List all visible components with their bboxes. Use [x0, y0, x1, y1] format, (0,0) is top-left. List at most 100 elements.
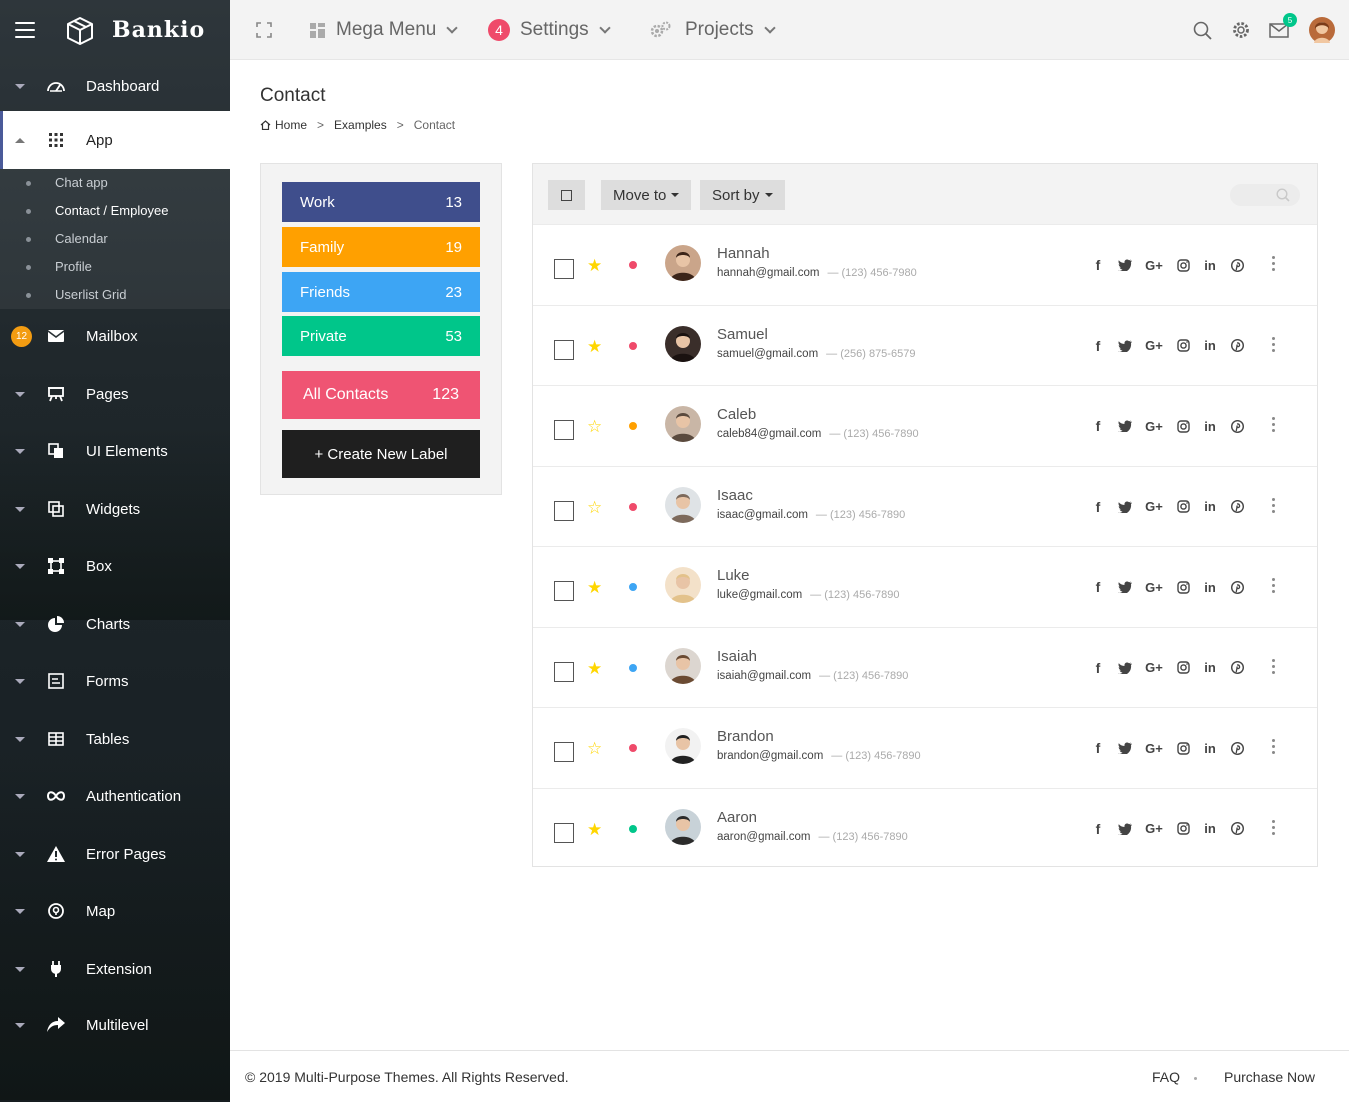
- linkedin-icon[interactable]: in: [1202, 579, 1218, 595]
- label-all-contacts[interactable]: All Contacts 123: [282, 371, 480, 419]
- sidebar-item-extension[interactable]: Extension: [0, 941, 230, 997]
- sidebar-item-error-pages[interactable]: Error Pages: [0, 826, 230, 882]
- star-filled-icon[interactable]: ★: [587, 820, 602, 840]
- faq-link[interactable]: FAQ: [1152, 1069, 1180, 1085]
- facebook-icon[interactable]: f: [1090, 821, 1106, 837]
- google-plus-icon[interactable]: G+: [1144, 499, 1164, 515]
- instagram-icon[interactable]: [1175, 821, 1191, 837]
- instagram-icon[interactable]: [1175, 740, 1191, 756]
- sidebar-item-ui-elements[interactable]: UI Elements: [0, 423, 230, 479]
- submenu-profile[interactable]: Profile: [26, 259, 92, 274]
- contact-email[interactable]: isaac@gmail.com: [717, 509, 808, 521]
- breadcrumb-examples[interactable]: Examples: [334, 118, 387, 132]
- contact-row[interactable]: ★ Hannah hannah@gmail.com — (123) 456-7980 f…: [533, 224, 1317, 305]
- twitter-icon[interactable]: [1117, 821, 1133, 837]
- create-new-label-button[interactable]: + Create New Label: [282, 430, 480, 478]
- contact-email[interactable]: brandon@gmail.com: [717, 750, 823, 762]
- submenu-calendar[interactable]: Calendar: [26, 231, 108, 246]
- settings-dropdown[interactable]: 4 Settings: [488, 0, 611, 60]
- contact-row[interactable]: ★ Samuel samuel@gmail.com — (256) 875-6579 f…: [533, 304, 1317, 386]
- fullscreen-icon[interactable]: [256, 0, 272, 60]
- row-checkbox[interactable]: [554, 661, 574, 682]
- contact-name[interactable]: Isaac: [717, 487, 753, 504]
- more-options-icon[interactable]: [1272, 578, 1276, 594]
- contact-row[interactable]: ★ Luke luke@gmail.com — (123) 456-7890 f G+ in: [533, 546, 1317, 627]
- row-checkbox[interactable]: [554, 500, 574, 521]
- label-family[interactable]: Family 19: [282, 227, 480, 267]
- instagram-icon[interactable]: [1175, 579, 1191, 595]
- more-options-icon[interactable]: [1272, 417, 1276, 433]
- contact-row[interactable]: ★ Isaiah isaiah@gmail.com — (123) 456-7890 f…: [533, 626, 1317, 708]
- row-checkbox[interactable]: [554, 259, 574, 279]
- label-friends[interactable]: Friends 23: [282, 272, 480, 312]
- row-checkbox[interactable]: [554, 581, 574, 601]
- pinterest-icon[interactable]: [1229, 257, 1245, 273]
- pinterest-icon[interactable]: [1229, 338, 1245, 354]
- sidebar-item-multilevel[interactable]: Multilevel: [0, 997, 230, 1053]
- move-to-dropdown[interactable]: Move to: [601, 180, 692, 210]
- sidebar-item-widgets[interactable]: Widgets: [0, 481, 230, 537]
- twitter-icon[interactable]: [1117, 740, 1133, 756]
- facebook-icon[interactable]: f: [1090, 579, 1106, 595]
- google-plus-icon[interactable]: G+: [1144, 821, 1164, 837]
- contact-row[interactable]: ☆ Isaac isaac@gmail.com — (123) 456-7890 f G+…: [533, 465, 1317, 547]
- contact-name[interactable]: Isaiah: [717, 648, 757, 665]
- facebook-icon[interactable]: f: [1090, 257, 1106, 273]
- sidebar-item-charts[interactable]: Charts: [0, 596, 230, 652]
- google-plus-icon[interactable]: G+: [1144, 740, 1164, 756]
- instagram-icon[interactable]: [1175, 338, 1191, 354]
- contact-email[interactable]: hannah@gmail.com: [717, 267, 819, 279]
- row-checkbox[interactable]: [554, 742, 574, 762]
- star-outline-icon[interactable]: ☆: [587, 498, 602, 518]
- sidebar-item-box[interactable]: Box: [0, 538, 230, 594]
- instagram-icon[interactable]: [1175, 660, 1191, 676]
- projects-dropdown[interactable]: Projects: [650, 0, 776, 60]
- contact-email[interactable]: isaiah@gmail.com: [717, 670, 811, 682]
- linkedin-icon[interactable]: in: [1202, 821, 1218, 837]
- star-filled-icon[interactable]: ★: [587, 256, 602, 276]
- pinterest-icon[interactable]: [1229, 579, 1245, 595]
- mega-menu-dropdown[interactable]: Mega Menu: [310, 0, 459, 60]
- sidebar-item-forms[interactable]: Forms: [0, 653, 230, 709]
- label-private[interactable]: Private 53: [282, 316, 480, 356]
- gear-icon[interactable]: [1231, 0, 1251, 60]
- sidebar-item-map[interactable]: Map: [0, 883, 230, 939]
- linkedin-icon[interactable]: in: [1202, 257, 1218, 273]
- pinterest-icon[interactable]: [1229, 418, 1245, 434]
- twitter-icon[interactable]: [1117, 579, 1133, 595]
- submenu-chat-app[interactable]: Chat app: [26, 175, 108, 190]
- search-icon[interactable]: [1193, 0, 1212, 60]
- sidebar-item-authentication[interactable]: Authentication: [0, 768, 230, 824]
- brand-name[interactable]: Bankio: [112, 17, 205, 43]
- more-options-icon[interactable]: [1272, 497, 1276, 514]
- twitter-icon[interactable]: [1117, 338, 1133, 354]
- star-filled-icon[interactable]: ★: [587, 578, 602, 598]
- mail-icon[interactable]: 5: [1269, 0, 1297, 60]
- twitter-icon[interactable]: [1117, 257, 1133, 273]
- facebook-icon[interactable]: f: [1090, 660, 1106, 676]
- google-plus-icon[interactable]: G+: [1144, 418, 1164, 434]
- contact-search-input[interactable]: [1230, 184, 1300, 206]
- contact-name[interactable]: Brandon: [717, 728, 774, 745]
- label-work[interactable]: Work 13: [282, 182, 480, 222]
- pinterest-icon[interactable]: [1229, 499, 1245, 515]
- facebook-icon[interactable]: f: [1090, 499, 1106, 515]
- contact-email[interactable]: samuel@gmail.com: [717, 348, 818, 360]
- google-plus-icon[interactable]: G+: [1144, 579, 1164, 595]
- contact-row[interactable]: ☆ Caleb caleb84@gmail.com — (123) 456-7890 f…: [533, 385, 1317, 466]
- more-options-icon[interactable]: [1272, 739, 1276, 755]
- pinterest-icon[interactable]: [1229, 740, 1245, 756]
- facebook-icon[interactable]: f: [1090, 338, 1106, 354]
- linkedin-icon[interactable]: in: [1202, 499, 1218, 515]
- sidebar-item-mailbox[interactable]: 12 Mailbox: [0, 308, 230, 364]
- instagram-icon[interactable]: [1175, 418, 1191, 434]
- contact-row[interactable]: ☆ Brandon brandon@gmail.com — (123) 456-789…: [533, 707, 1317, 788]
- contact-email[interactable]: aaron@gmail.com: [717, 831, 811, 843]
- contact-name[interactable]: Samuel: [717, 326, 768, 343]
- hamburger-menu-icon[interactable]: [15, 22, 35, 38]
- more-options-icon[interactable]: [1272, 819, 1276, 836]
- purchase-now-link[interactable]: Purchase Now: [1224, 1069, 1315, 1085]
- sidebar-item-tables[interactable]: Tables: [0, 711, 230, 767]
- more-options-icon[interactable]: [1272, 256, 1276, 272]
- sidebar-item-pages[interactable]: Pages: [0, 366, 230, 422]
